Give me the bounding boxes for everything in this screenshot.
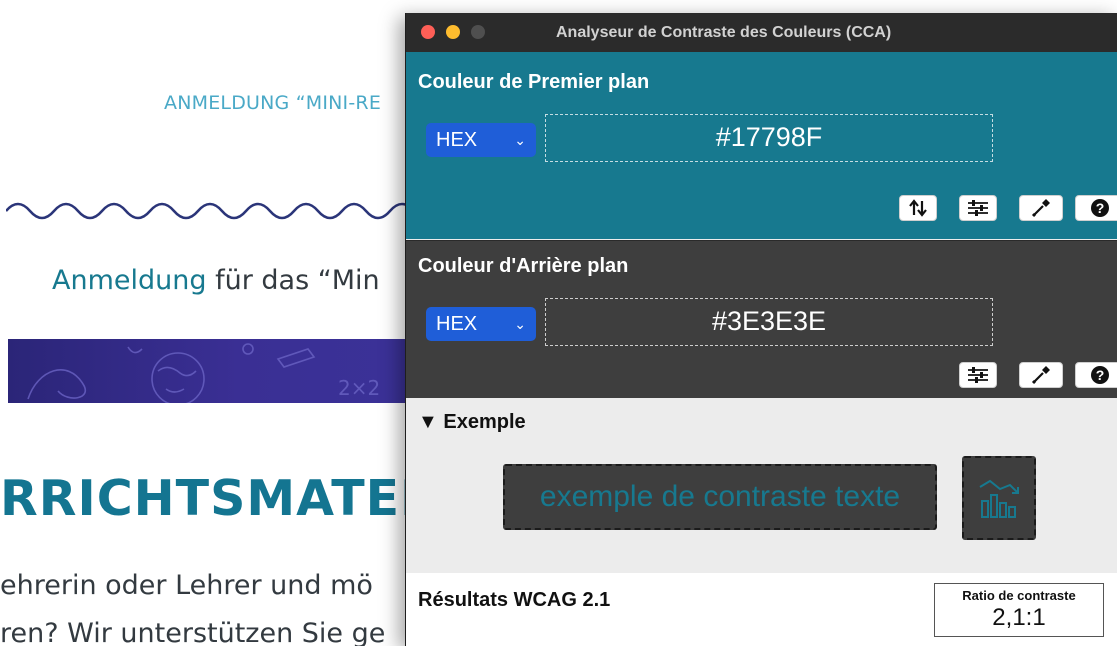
foreground-adjust-button[interactable] [959,195,997,221]
results-section: Résultats WCAG 2.1 Ratio de contraste 2,… [406,573,1117,646]
site-paragraph-line: ren? Wir unterstützen Sie ge [0,618,386,646]
lead-rest: für das “Min [206,265,380,296]
sliders-icon [968,367,988,383]
decorative-banner: 2×2 [8,339,428,403]
ratio-value: 2,1:1 [992,604,1046,631]
results-title: Résultats WCAG 2.1 [418,589,611,611]
background-title: Couleur d'Arrière plan [418,255,629,277]
foreground-eyedropper-button[interactable] [1019,195,1063,221]
foreground-section: Couleur de Premier plan HEX ⌄ #17798F ? [406,52,1117,239]
svg-text:?: ? [1096,200,1105,216]
swap-colors-button[interactable] [899,195,937,221]
foreground-help-button[interactable]: ? [1075,195,1117,221]
help-icon: ? [1091,199,1109,217]
registration-link[interactable]: Anmeldung [52,265,207,296]
site-lead-text: Anmeldung für das “Min [52,265,380,296]
maximize-window-button [471,25,485,39]
sliders-icon [968,200,988,216]
foreground-format-select[interactable]: HEX ⌄ [426,123,536,157]
doodle-illustration: 2×2 [27,343,380,403]
site-subtitle: ANMELDUNG “MINI-RE [164,92,382,114]
help-icon: ? [1091,366,1109,384]
eyedropper-icon [1031,366,1050,385]
chevron-down-icon: ⌄ [514,132,526,148]
foreground-title: Couleur de Premier plan [418,71,650,93]
foreground-format-value: HEX [436,129,478,151]
window-title: Analyseur de Contraste des Couleurs (CCA… [556,24,892,41]
background-hex-input[interactable]: #3E3E3E [545,298,993,346]
minimize-window-button[interactable] [446,25,460,39]
ratio-label: Ratio de contraste [962,588,1076,603]
background-section: Couleur d'Arrière plan HEX ⌄ #3E3E3E ? [406,240,1117,398]
background-eyedropper-button[interactable] [1019,362,1063,388]
background-format-value: HEX [436,313,478,335]
contrast-ratio-box: Ratio de contraste 2,1:1 [934,583,1104,637]
svg-text:?: ? [1096,367,1105,383]
title-bar[interactable]: Analyseur de Contraste des Couleurs (CCA… [406,13,1117,52]
background-format-select[interactable]: HEX ⌄ [426,307,536,341]
wave-divider [6,202,406,220]
example-toggle[interactable]: ▼ Exemple [418,411,526,434]
chart-icon [979,479,1019,518]
swap-icon [909,199,927,217]
close-window-button[interactable] [421,25,435,39]
contrast-sample: exemple de contraste texte [503,464,937,530]
chevron-down-icon: ⌄ [514,316,526,332]
background-help-button[interactable]: ? [1075,362,1117,388]
cca-window: Analyseur de Contraste des Couleurs (CCA… [405,13,1117,646]
chart-button[interactable] [962,456,1036,540]
eyedropper-icon [1031,199,1050,218]
site-paragraph-line: ehrerin oder Lehrer und mö [0,570,373,601]
background-adjust-button[interactable] [959,362,997,388]
foreground-hex-input[interactable]: #17798F [545,114,993,162]
banner-formula: 2×2 [338,376,380,400]
